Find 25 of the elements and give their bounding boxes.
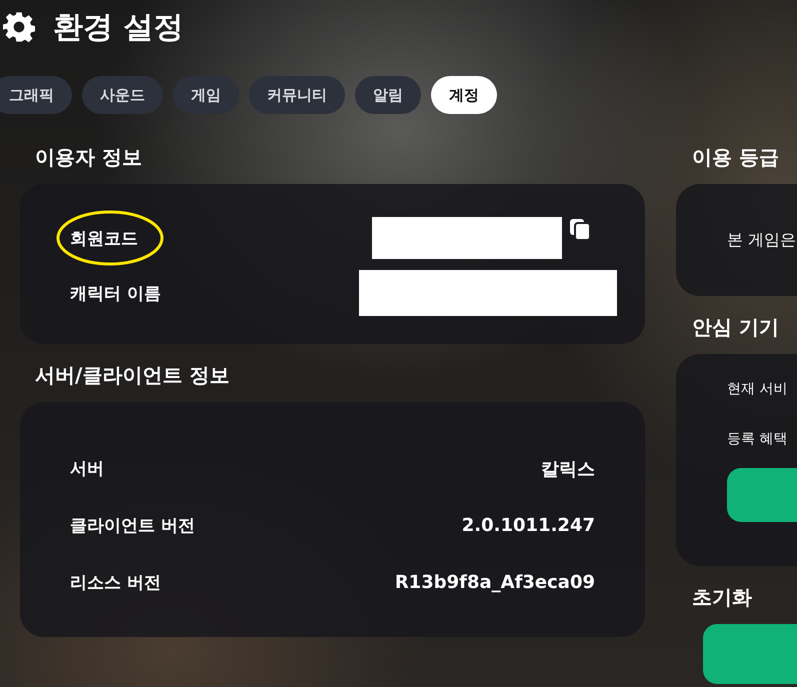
info-label: 리소스 버전 (70, 572, 161, 594)
tab[interactable]: 사운드 (82, 76, 163, 114)
info-value: 칼릭스 (541, 458, 595, 480)
tab[interactable]: 알림 (355, 76, 421, 114)
info-label: 클라이언트 버전 (70, 515, 195, 537)
tab[interactable]: 게임 (173, 76, 239, 114)
section-heading: 초기화 (692, 584, 753, 610)
info-text: 현재 서비 (727, 380, 788, 399)
tab[interactable]: 그래픽 (0, 76, 72, 114)
copy-icon[interactable] (568, 217, 592, 241)
field-label: 캐릭터 이름 (70, 282, 161, 304)
section-heading: 서버/클라이언트 정보 (35, 362, 230, 388)
info-value: 2.0.1011.247 (462, 515, 595, 536)
section-heading: 이용자 정보 (35, 144, 143, 170)
field-label: 회원코드 (70, 228, 138, 250)
info-text: 등록 혜택 (727, 430, 788, 449)
tab[interactable]: 커뮤니티 (249, 76, 345, 114)
section-heading: 이용 등급 (692, 144, 780, 170)
settings-icon (3, 11, 35, 43)
info-value: R13b9f8a_Af3eca09 (394, 572, 595, 593)
tab[interactable]: 계정 (431, 76, 497, 114)
rating-text: 본 게임은 (727, 230, 796, 250)
info-label: 서버 (70, 458, 104, 480)
section-heading: 안심 기기 (692, 314, 780, 340)
window-title: 환경 설정 (53, 8, 184, 46)
